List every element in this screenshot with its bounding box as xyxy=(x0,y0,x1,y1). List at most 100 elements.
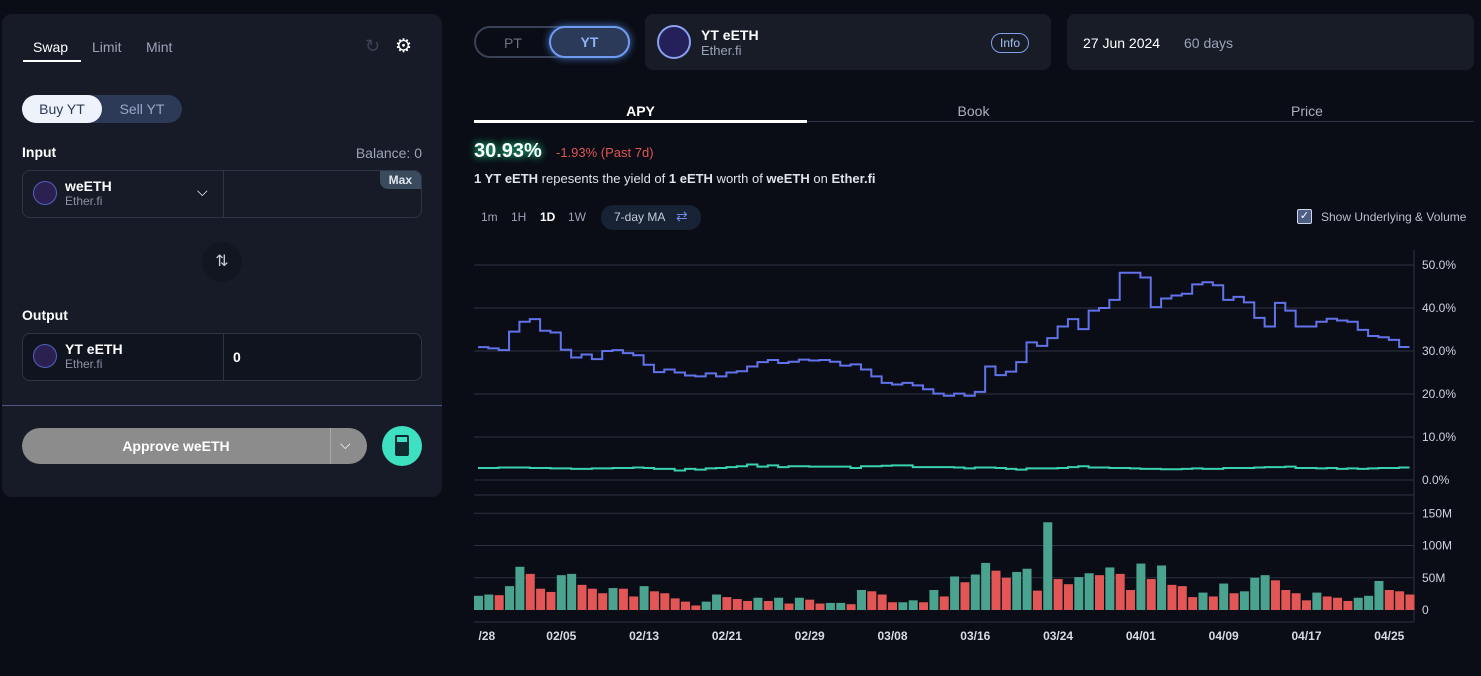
desc-part: repesents the yield of xyxy=(538,171,669,186)
volume-bar xyxy=(525,573,535,610)
volume-bar xyxy=(608,588,618,610)
active-tab-underline xyxy=(23,60,81,62)
volume-bar xyxy=(660,593,670,610)
volume-bar xyxy=(1270,580,1280,610)
volume-bar xyxy=(1374,580,1384,610)
active-tab-underline xyxy=(474,120,807,123)
volume-bar xyxy=(743,600,753,610)
buy-sell-toggle: Buy YT Sell YT xyxy=(22,95,182,123)
buy-yt-button[interactable]: Buy YT xyxy=(22,95,102,123)
volume-bar xyxy=(691,605,701,610)
y-tick-label: 20.0% xyxy=(1422,387,1456,401)
volume-bar xyxy=(618,588,628,610)
volume-bar xyxy=(867,591,877,610)
swap-horizontal-icon: ⇄ xyxy=(676,208,688,224)
output-label: Output xyxy=(22,307,68,323)
apy-volume-chart: 50.0% 40.0% 30.0% 20.0% 10.0% 0.0% 150M 100M 50M… xyxy=(474,250,1456,643)
swap-arrows-icon[interactable]: ⇅ xyxy=(202,242,242,282)
output-field: YT eETH Ether.fi 0 xyxy=(22,333,422,381)
approve-label: Approve weETH xyxy=(122,438,230,454)
volume-bar xyxy=(981,562,991,610)
x-tick-label: 02/29 xyxy=(795,629,825,643)
x-tick-label: 04/25 xyxy=(1374,629,1404,643)
volume-bar xyxy=(587,588,597,610)
chevron-down-icon[interactable]: ⌵ xyxy=(197,183,208,200)
info-button[interactable]: Info xyxy=(991,33,1030,53)
input-token-sub: Ether.fi xyxy=(65,194,103,208)
tab-apy[interactable]: APY xyxy=(474,103,807,119)
y-tick-label: 150M xyxy=(1422,506,1452,520)
y-tick-label: 0.0% xyxy=(1422,473,1450,487)
volume-bar xyxy=(515,566,525,610)
volume-bar xyxy=(898,602,908,610)
approve-button[interactable]: Approve weETH ⌵ xyxy=(22,428,367,464)
sell-yt-button[interactable]: Sell YT xyxy=(102,95,182,123)
tab-price[interactable]: Price xyxy=(1140,103,1474,119)
input-token-name[interactable]: weETH xyxy=(65,178,112,194)
swap-panel: Swap Limit Mint ↻ ⚙ Buy YT Sell YT Input… xyxy=(2,14,442,497)
desc-part: worth of xyxy=(712,171,767,186)
volume-bar xyxy=(1229,593,1239,610)
volume-bar xyxy=(598,593,608,610)
volume-bar xyxy=(1395,591,1405,610)
pt-button[interactable]: PT xyxy=(476,35,550,51)
volume-bar xyxy=(970,574,980,610)
x-tick-label: 02/05 xyxy=(546,629,576,643)
maturity-date: 27 Jun 2024 xyxy=(1083,35,1161,51)
volume-bar xyxy=(722,597,732,610)
ma-toggle[interactable]: 7-day MA ⇄ xyxy=(601,205,701,230)
chevron-down-icon[interactable]: ⌵ xyxy=(340,436,351,453)
volume-bar xyxy=(784,603,794,610)
volume-bar xyxy=(774,597,784,610)
show-underlying-checkbox[interactable]: ✓ xyxy=(1297,209,1312,224)
asset-card: YT eETH Ether.fi Info xyxy=(645,14,1051,70)
desc-part: 1 eETH xyxy=(668,171,713,186)
asset-name: YT eETH xyxy=(701,27,759,43)
volume-bar xyxy=(712,594,722,610)
volume-bar xyxy=(505,586,515,610)
refresh-icon[interactable]: ↻ xyxy=(365,36,380,57)
volume-bar xyxy=(1084,573,1094,610)
volume-bar xyxy=(1043,522,1053,610)
range-1h[interactable]: 1H xyxy=(511,210,526,224)
tab-book[interactable]: Book xyxy=(807,103,1140,119)
volume-bar xyxy=(1312,592,1322,610)
divider xyxy=(2,405,442,406)
volume-bar xyxy=(1032,590,1042,610)
volume-bar xyxy=(960,582,970,610)
tab-limit[interactable]: Limit xyxy=(92,39,122,55)
tab-mint[interactable]: Mint xyxy=(146,39,172,55)
tab-swap[interactable]: Swap xyxy=(33,39,68,55)
volume-bar xyxy=(556,575,566,610)
range-1d[interactable]: 1D xyxy=(540,210,555,224)
volume-bar xyxy=(1157,565,1167,610)
volume-bar xyxy=(1239,591,1249,610)
range-1m[interactable]: 1m xyxy=(481,210,498,224)
implied-apy-line xyxy=(478,271,1410,397)
y-tick-label: 50M xyxy=(1422,571,1445,585)
desc-part: Ether.fi xyxy=(831,171,876,186)
calculator-icon[interactable] xyxy=(382,426,422,466)
weeth-token-icon xyxy=(33,181,57,205)
x-tick-label: 04/09 xyxy=(1209,629,1239,643)
volume-bar xyxy=(1177,586,1187,610)
y-tick-label: 10.0% xyxy=(1422,430,1456,444)
volume-bar xyxy=(1322,596,1332,610)
yt-button[interactable]: YT xyxy=(549,26,630,58)
volume-bar xyxy=(681,601,690,610)
maturity-card: 27 Jun 2024 60 days xyxy=(1067,14,1474,70)
x-tick-label: 03/24 xyxy=(1043,629,1073,643)
output-amount: 0 xyxy=(233,349,241,365)
volume-bar xyxy=(919,602,929,610)
gear-icon[interactable]: ⚙ xyxy=(395,35,412,58)
range-1w[interactable]: 1W xyxy=(568,210,586,224)
max-button[interactable]: Max xyxy=(379,171,421,189)
volume-bar xyxy=(732,599,742,610)
x-tick-label: 02/13 xyxy=(629,629,659,643)
volume-bar xyxy=(1188,597,1198,610)
output-token-sub: Ether.fi xyxy=(65,357,103,371)
volume-bar xyxy=(494,595,504,610)
volume-bar xyxy=(1208,596,1218,610)
x-tick-label: 04/17 xyxy=(1291,629,1321,643)
volume-bar xyxy=(794,597,804,610)
